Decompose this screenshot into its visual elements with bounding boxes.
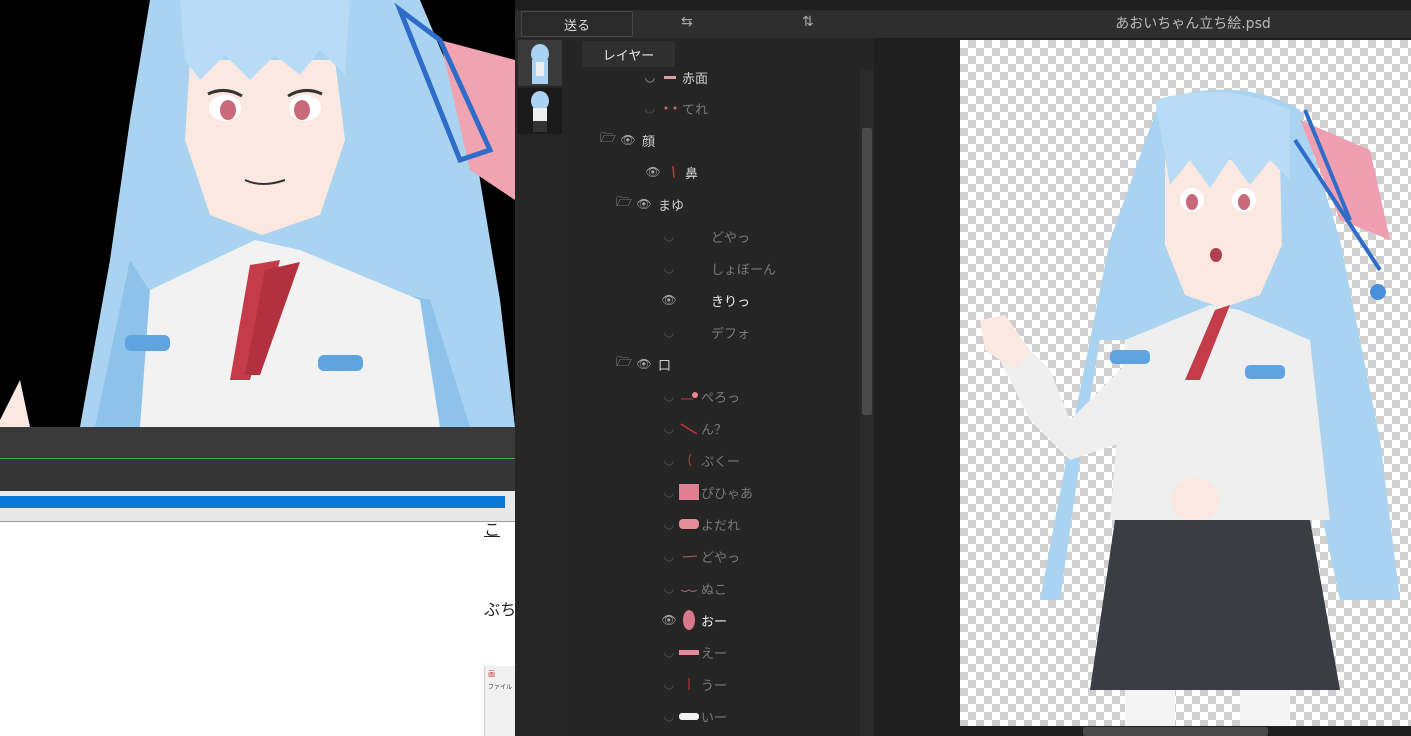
folder-icon: 🗁 xyxy=(599,131,617,146)
layer-row[interactable]: ◡ いー xyxy=(659,701,727,731)
psd-canvas[interactable] xyxy=(960,40,1411,726)
layer-preview-icon xyxy=(679,649,699,655)
eye-icon[interactable]: 👁 xyxy=(659,613,679,627)
layer-row[interactable]: ◡ ぴひゃあ xyxy=(659,477,753,507)
window-top-strip xyxy=(515,0,1411,10)
layer-row[interactable]: ◡ てれ xyxy=(640,93,708,123)
layer-row[interactable]: ◡ うー xyxy=(659,669,727,699)
eye-icon[interactable]: 👁 xyxy=(634,197,654,211)
hidden-eye-icon[interactable]: ◡ xyxy=(659,581,679,595)
hidden-eye-icon[interactable]: ◡ xyxy=(659,453,679,467)
layer-preview-icon xyxy=(663,165,683,179)
thumb-label: 画 xyxy=(488,670,495,678)
layer-preview-icon xyxy=(679,484,699,500)
eye-icon[interactable]: 👁 xyxy=(659,293,679,307)
layer-folder-row[interactable]: 🗁 👁 口 xyxy=(614,349,671,379)
hidden-eye-icon[interactable]: ◡ xyxy=(659,549,679,563)
layer-row[interactable]: ◡ ぺろっ xyxy=(659,381,740,411)
document-link[interactable]: こ xyxy=(484,516,500,540)
thumbnail-figure-icon xyxy=(518,88,562,134)
layer-preview-icon xyxy=(660,75,680,79)
layer-preview-icon xyxy=(679,609,699,631)
folder-icon: 🗁 xyxy=(615,195,633,210)
layer-row[interactable]: ◡ どやっ xyxy=(659,541,740,571)
left-preview-window xyxy=(0,0,515,427)
eye-icon[interactable]: 👁 xyxy=(643,165,663,179)
hidden-eye-icon[interactable]: ◡ xyxy=(659,389,679,403)
hidden-eye-icon[interactable]: ◡ xyxy=(659,517,679,531)
left-window-bar xyxy=(0,427,515,459)
layer-preview-icon xyxy=(679,294,709,306)
layer-folder-row[interactable]: 🗁 👁 まゆ xyxy=(614,189,684,219)
hidden-eye-icon[interactable]: ◡ xyxy=(659,645,679,659)
hidden-eye-icon[interactable]: ◡ xyxy=(659,229,679,243)
layer-preview-icon xyxy=(679,582,699,594)
eye-icon[interactable]: 👁 xyxy=(634,357,654,371)
folder-icon: 🗁 xyxy=(615,355,633,370)
layer-row[interactable]: ◡ ぬこ xyxy=(659,573,727,603)
layer-preview-icon xyxy=(679,453,699,467)
file-title: あおいちゃん立ち絵.psd xyxy=(1115,16,1271,32)
layer-row[interactable]: ◡ ぷくー xyxy=(659,445,740,475)
layer-row[interactable]: ◡ デフォ xyxy=(659,317,750,347)
thumb-label-2: ファイル xyxy=(488,684,513,691)
layer-preview-icon xyxy=(679,550,699,562)
layer-preview-icon xyxy=(679,230,709,242)
document-screenshot-thumb: 画 ファイル xyxy=(484,666,516,736)
layer-preview-icon xyxy=(679,262,709,274)
character-illustration xyxy=(980,89,1400,726)
file-thumbnail[interactable] xyxy=(518,88,562,134)
layer-scrollbar-thumb[interactable] xyxy=(862,128,872,415)
layer-row[interactable]: ◡ しょぼーん xyxy=(659,253,776,283)
hidden-eye-icon[interactable]: ◡ xyxy=(640,70,660,84)
hidden-eye-icon[interactable]: ◡ xyxy=(659,709,679,723)
hidden-eye-icon[interactable]: ◡ xyxy=(659,261,679,275)
layer-preview-icon xyxy=(679,519,699,529)
swap-horizontal-icon[interactable]: ⇆ xyxy=(681,14,693,30)
document-text: ぶち xyxy=(484,600,517,619)
left-window-bar-2 xyxy=(0,459,515,491)
thumbnail-figure-icon xyxy=(518,40,562,86)
layer-tooltip: レイヤー xyxy=(582,41,675,67)
layer-row[interactable]: 👁 鼻 xyxy=(643,157,698,187)
thumbnail-column xyxy=(515,38,566,736)
layer-row[interactable]: ◡ ん？ xyxy=(659,413,727,443)
hidden-eye-icon[interactable]: ◡ xyxy=(659,485,679,499)
character-preview-art xyxy=(0,0,515,427)
progress-bar xyxy=(0,496,505,508)
layer-row[interactable]: ◡ えー xyxy=(659,637,727,667)
hidden-eye-icon[interactable]: ◡ xyxy=(659,421,679,435)
hidden-eye-icon[interactable]: ◡ xyxy=(659,325,679,339)
swap-vertical-icon[interactable]: ⇅ xyxy=(802,14,814,30)
layer-folder-row[interactable]: 🗁 👁 顔 xyxy=(598,125,655,155)
layer-preview-icon xyxy=(679,712,699,720)
layer-panel: ◡ 赤面 ◡ てれ 🗁 👁 顔 👁 鼻 🗁 👁 まゆ ◡ どやっ ◡ しょぼーん 👁 きりっ ◡ デフ… xyxy=(566,38,864,736)
layer-row[interactable]: 👁 おー xyxy=(659,605,727,635)
layer-row[interactable]: ◡ どやっ xyxy=(659,221,750,251)
file-thumbnail[interactable] xyxy=(518,40,562,86)
canvas-horizontal-scrollbar[interactable] xyxy=(1083,727,1268,736)
layer-row[interactable]: ◡ よだれ xyxy=(659,509,740,539)
layer-preview-icon xyxy=(660,102,680,114)
hidden-eye-icon[interactable]: ◡ xyxy=(659,677,679,691)
layer-preview-icon xyxy=(679,326,709,338)
document-area xyxy=(0,522,515,736)
layer-preview-icon xyxy=(679,390,699,402)
layer-preview-icon xyxy=(679,678,699,690)
layer-preview-icon xyxy=(679,422,699,435)
send-button[interactable]: 送る xyxy=(521,11,633,37)
eye-icon[interactable]: 👁 xyxy=(618,133,638,147)
layer-row[interactable]: 👁 きりっ xyxy=(659,285,750,315)
hidden-eye-icon[interactable]: ◡ xyxy=(640,101,660,115)
